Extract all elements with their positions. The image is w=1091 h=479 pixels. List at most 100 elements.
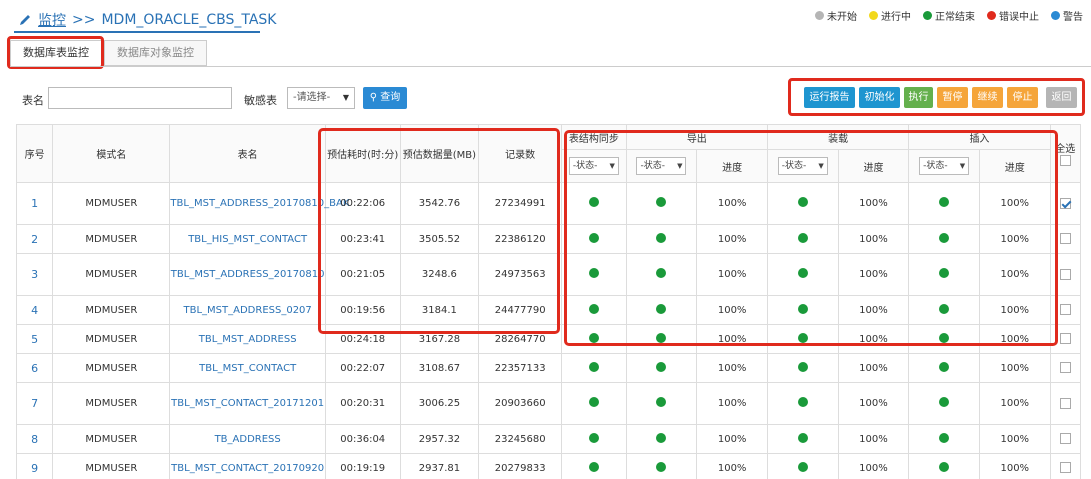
legend-label: 错误中止	[999, 12, 1039, 23]
row-select-cell	[1049, 424, 1082, 454]
row-seq-link[interactable]: 4	[15, 295, 54, 325]
row-export-progress: 100%	[696, 453, 768, 479]
breadcrumb-root-link[interactable]: 监控	[38, 10, 66, 30]
sensitive-table-select-value: -请选择-	[293, 92, 331, 103]
tab-divider	[10, 66, 1091, 67]
row-select-checkbox[interactable]	[1059, 304, 1071, 316]
action-toolbar: 运行报告 初始化 执行 暂停 继续 停止 返回	[788, 78, 1085, 116]
row-export-progress: 100%	[696, 424, 768, 454]
row-table-name-link[interactable]: TBL_MST_ADDRESS	[169, 324, 326, 354]
row-export-status	[625, 424, 698, 454]
status-complete-icon	[656, 397, 667, 407]
row-table-name-link[interactable]: TB_ADDRESS	[169, 424, 326, 454]
row-load-progress: 100%	[837, 424, 910, 454]
row-select-checkbox[interactable]	[1059, 462, 1071, 474]
row-table-name-link[interactable]: TBL_MST_CONTACT_20170920	[169, 453, 326, 479]
breadcrumb-underline	[14, 31, 260, 33]
resume-button[interactable]: 继续	[972, 87, 1003, 108]
row-est-time: 00:22:07	[324, 353, 401, 383]
progress-highlight-box	[564, 130, 1058, 346]
query-button[interactable]: ⚲ 查询	[363, 87, 407, 109]
row-seq-link[interactable]: 6	[15, 353, 54, 383]
back-button[interactable]: 返回	[1046, 87, 1077, 108]
row-records: 22357133	[478, 353, 563, 383]
row-export-status	[625, 353, 698, 383]
edit-icon	[20, 15, 30, 25]
row-est-size: 2957.32	[399, 424, 480, 454]
row-insert-status	[908, 382, 980, 425]
legend-item: 错误中止	[987, 8, 1039, 23]
row-select-cell	[1049, 453, 1082, 479]
pause-button[interactable]: 暂停	[937, 87, 968, 108]
row-select-checkbox[interactable]	[1059, 233, 1071, 245]
row-schema: MDMUSER	[52, 253, 171, 296]
sensitive-table-label: 敏感表	[244, 94, 277, 107]
row-table-name-link[interactable]: TBL_HIS_MST_CONTACT	[169, 224, 326, 254]
execute-button[interactable]: 执行	[904, 87, 933, 108]
status-complete-icon	[588, 432, 599, 443]
status-complete-icon	[939, 397, 950, 407]
row-load-status	[766, 353, 839, 383]
row-schema: MDMUSER	[52, 182, 171, 225]
stop-button[interactable]: 停止	[1007, 87, 1038, 108]
header-seq: 序号	[15, 124, 54, 183]
header-schema: 模式名	[52, 124, 171, 183]
chevron-down-icon: ▼	[342, 93, 349, 102]
status-dot-icon	[923, 11, 932, 20]
legend-label: 未开始	[827, 12, 857, 23]
row-select-checkbox[interactable]	[1059, 197, 1071, 209]
row-seq-link[interactable]: 1	[15, 182, 54, 225]
row-seq-link[interactable]: 5	[15, 324, 54, 354]
query-button-label: 查询	[380, 92, 401, 103]
row-load-progress: 100%	[837, 353, 910, 383]
row-seq-link[interactable]: 7	[15, 382, 54, 425]
row-table-name-link[interactable]: TBL_MST_CONTACT	[169, 353, 326, 383]
status-dot-icon	[1051, 11, 1060, 20]
row-load-progress: 100%	[837, 382, 910, 425]
select-all-checkbox[interactable]	[1059, 155, 1071, 167]
table-row: 8 MDMUSER TB_ADDRESS 00:36:04 2957.32 2324568…	[15, 424, 1082, 454]
initialize-button[interactable]: 初始化	[859, 87, 900, 108]
row-table-name-link[interactable]: TBL_MST_ADDRESS_0207	[169, 295, 326, 325]
row-struct-sync-status	[561, 453, 627, 479]
breadcrumb-task-name: MDM_ORACLE_CBS_TASK	[101, 12, 277, 28]
row-select-checkbox[interactable]	[1059, 433, 1071, 445]
row-seq-link[interactable]: 2	[15, 224, 54, 254]
row-select-checkbox[interactable]	[1059, 333, 1071, 345]
row-schema: MDMUSER	[52, 224, 171, 254]
status-complete-icon	[656, 461, 667, 472]
row-seq-link[interactable]: 9	[15, 453, 54, 479]
row-insert-progress: 100%	[978, 382, 1051, 425]
row-export-progress: 100%	[696, 353, 768, 383]
row-table-name-link[interactable]: TBL_MST_ADDRESS_20170810_BAK	[169, 182, 349, 225]
tab-object-monitor[interactable]: 数据库对象监控	[104, 40, 207, 66]
status-complete-icon	[939, 361, 950, 372]
row-seq-link[interactable]: 8	[15, 424, 54, 454]
status-complete-icon	[797, 432, 808, 443]
row-select-checkbox[interactable]	[1059, 397, 1071, 409]
table-name-input[interactable]	[48, 87, 232, 109]
row-load-status	[766, 453, 839, 479]
status-complete-icon	[797, 461, 808, 472]
row-select-checkbox[interactable]	[1059, 268, 1071, 280]
sensitive-table-select[interactable]: -请选择- ▼	[287, 87, 355, 109]
run-report-button[interactable]: 运行报告	[804, 87, 855, 108]
row-insert-status	[908, 424, 980, 454]
row-insert-progress: 100%	[978, 353, 1051, 383]
row-select-checkbox[interactable]	[1059, 362, 1071, 374]
title-bar: 监控 >> MDM_ORACLE_CBS_TASK 未开始 进行中 正常结束 错误中止…	[0, 0, 1091, 34]
row-est-time: 00:19:19	[324, 453, 401, 479]
status-complete-icon	[939, 461, 950, 472]
status-complete-icon	[939, 432, 950, 443]
row-seq-link[interactable]: 3	[15, 253, 54, 296]
row-select-cell	[1049, 353, 1082, 383]
row-struct-sync-status	[561, 353, 627, 383]
row-schema: MDMUSER	[52, 324, 171, 354]
row-export-status	[625, 453, 698, 479]
legend-item: 正常结束	[923, 8, 975, 23]
table-row: 9 MDMUSER TBL_MST_CONTACT_20170920 00:19:19…	[15, 453, 1082, 479]
row-schema: MDMUSER	[52, 453, 171, 479]
row-table-name-link[interactable]: TBL_MST_ADDRESS_20170810	[169, 253, 326, 296]
table-row: 6 MDMUSER TBL_MST_CONTACT 00:22:07 3108.67 22…	[15, 353, 1082, 383]
row-table-name-link[interactable]: TBL_MST_CONTACT_20171201	[169, 382, 326, 425]
